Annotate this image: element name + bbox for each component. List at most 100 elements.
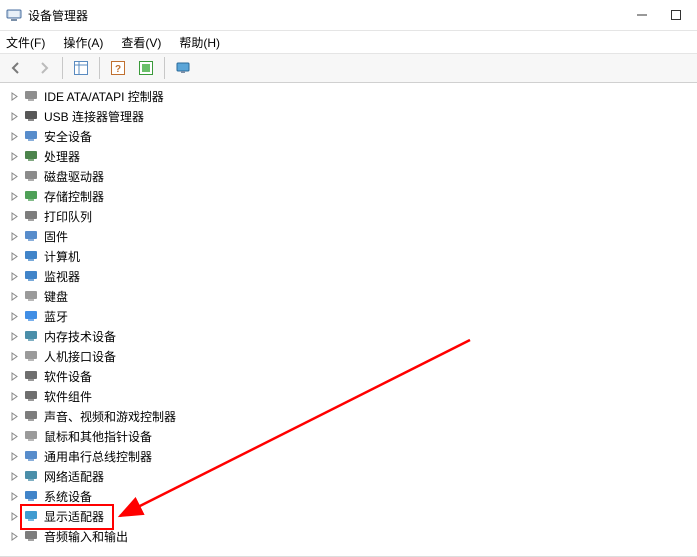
memory-tech-icon [23, 328, 39, 344]
expand-icon[interactable] [8, 370, 20, 382]
sound-video-game-icon [23, 408, 39, 424]
tree-item-security-device[interactable]: 安全设备 [0, 126, 697, 146]
tree-item-label: 蓝牙 [44, 308, 68, 325]
monitor-icon [23, 268, 39, 284]
menu-view[interactable]: 查看(V) [119, 32, 163, 53]
tree-item-label: 内存技术设备 [44, 328, 116, 345]
expand-icon[interactable] [8, 510, 20, 522]
toolbar-separator [164, 57, 165, 79]
tree-item-audio-io[interactable]: 音频输入和输出 [0, 526, 697, 546]
disk-drive-icon [23, 168, 39, 184]
show-hide-button[interactable] [68, 55, 94, 81]
expand-icon[interactable] [8, 110, 20, 122]
storage-controller-icon [23, 188, 39, 204]
expand-icon[interactable] [8, 530, 20, 542]
computer-icon [23, 248, 39, 264]
device-tree[interactable]: IDE ATA/ATAPI 控制器 USB 连接器管理器 安全设备 处理器 磁盘… [0, 82, 697, 556]
tree-item-usb-connector[interactable]: USB 连接器管理器 [0, 106, 697, 126]
tree-item-print-queue[interactable]: 打印队列 [0, 206, 697, 226]
toolbar-separator [99, 57, 100, 79]
tree-item-label: 计算机 [44, 248, 80, 265]
expand-icon[interactable] [8, 130, 20, 142]
tree-item-label: 磁盘驱动器 [44, 168, 104, 185]
tree-item-label: 固件 [44, 228, 68, 245]
menu-action[interactable]: 操作(A) [61, 32, 105, 53]
expand-icon[interactable] [8, 410, 20, 422]
expand-icon[interactable] [8, 190, 20, 202]
tree-item-bluetooth[interactable]: 蓝牙 [0, 306, 697, 326]
tree-item-firmware[interactable]: 固件 [0, 226, 697, 246]
hid-icon [23, 348, 39, 364]
tree-item-label: 声音、视频和游戏控制器 [44, 408, 176, 425]
tree-item-system-device[interactable]: 系统设备 [0, 486, 697, 506]
usb-serial-icon [23, 448, 39, 464]
tree-item-label: 存储控制器 [44, 188, 104, 205]
app-icon [6, 7, 22, 23]
tree-item-disk-drive[interactable]: 磁盘驱动器 [0, 166, 697, 186]
tree-item-memory-tech[interactable]: 内存技术设备 [0, 326, 697, 346]
tree-item-network-adapter[interactable]: 网络适配器 [0, 466, 697, 486]
tree-item-label: 通用串行总线控制器 [44, 448, 152, 465]
tree-item-hid[interactable]: 人机接口设备 [0, 346, 697, 366]
keyboard-icon [23, 288, 39, 304]
network-adapter-icon [23, 468, 39, 484]
firmware-icon [23, 228, 39, 244]
scan-button[interactable] [133, 55, 159, 81]
tree-item-label: 打印队列 [44, 208, 92, 225]
expand-icon[interactable] [8, 250, 20, 262]
tree-item-usb-serial[interactable]: 通用串行总线控制器 [0, 446, 697, 466]
expand-icon[interactable] [8, 90, 20, 102]
monitor-button[interactable] [170, 55, 196, 81]
expand-icon[interactable] [8, 470, 20, 482]
tree-item-label: 音频输入和输出 [44, 528, 128, 545]
window-controls [625, 0, 697, 30]
menu-file[interactable]: 文件(F) [4, 32, 47, 53]
help-button[interactable]: ? [105, 55, 131, 81]
display-adapter-icon [23, 508, 39, 524]
expand-icon[interactable] [8, 150, 20, 162]
software-device-icon [23, 368, 39, 384]
tree-item-display-adapter[interactable]: 显示适配器 [0, 506, 697, 526]
tree-item-label: USB 连接器管理器 [44, 108, 144, 125]
expand-icon[interactable] [8, 210, 20, 222]
tree-item-software-device[interactable]: 软件设备 [0, 366, 697, 386]
forward-button[interactable] [31, 55, 57, 81]
expand-icon[interactable] [8, 450, 20, 462]
system-device-icon [23, 488, 39, 504]
tree-item-mouse-pointer[interactable]: 鼠标和其他指针设备 [0, 426, 697, 446]
expand-icon[interactable] [8, 230, 20, 242]
tree-item-sound-video-game[interactable]: 声音、视频和游戏控制器 [0, 406, 697, 426]
back-button[interactable] [3, 55, 29, 81]
expand-icon[interactable] [8, 330, 20, 342]
expand-icon[interactable] [8, 170, 20, 182]
menu-help[interactable]: 帮助(H) [177, 32, 222, 53]
toolbar: ? [0, 54, 697, 83]
tree-item-label: 人机接口设备 [44, 348, 116, 365]
tree-item-computer[interactable]: 计算机 [0, 246, 697, 266]
tree-item-storage-controller[interactable]: 存储控制器 [0, 186, 697, 206]
minimize-button[interactable] [625, 0, 659, 30]
maximize-button[interactable] [659, 0, 693, 30]
expand-icon[interactable] [8, 290, 20, 302]
expand-icon[interactable] [8, 490, 20, 502]
software-component-icon [23, 388, 39, 404]
tree-item-software-component[interactable]: 软件组件 [0, 386, 697, 406]
tree-item-keyboard[interactable]: 键盘 [0, 286, 697, 306]
tree-item-processor[interactable]: 处理器 [0, 146, 697, 166]
tree-item-monitor[interactable]: 监视器 [0, 266, 697, 286]
security-device-icon [23, 128, 39, 144]
expand-icon[interactable] [8, 270, 20, 282]
tree-item-label: 处理器 [44, 148, 80, 165]
tree-item-label: 显示适配器 [44, 508, 104, 525]
tree-item-label: 软件组件 [44, 388, 92, 405]
expand-icon[interactable] [8, 350, 20, 362]
expand-icon[interactable] [8, 390, 20, 402]
tree-item-label: 系统设备 [44, 488, 92, 505]
print-queue-icon [23, 208, 39, 224]
tree-item-label: 鼠标和其他指针设备 [44, 428, 152, 445]
processor-icon [23, 148, 39, 164]
tree-item-label: 安全设备 [44, 128, 92, 145]
expand-icon[interactable] [8, 430, 20, 442]
expand-icon[interactable] [8, 310, 20, 322]
tree-item-ide-controller[interactable]: IDE ATA/ATAPI 控制器 [0, 86, 697, 106]
